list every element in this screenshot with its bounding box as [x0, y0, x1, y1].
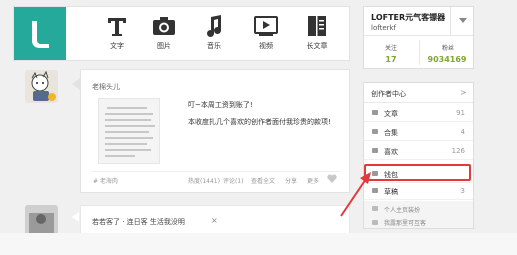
- annotation-arrow: [340, 172, 371, 217]
- settings-icon: [372, 220, 378, 225]
- creator-item-collections[interactable]: 合集 4: [364, 123, 473, 141]
- user-name[interactable]: LOFTER元气客镖器: [371, 12, 445, 23]
- creator-item-articles[interactable]: 文章 91: [364, 104, 473, 122]
- share-button[interactable]: 分享: [285, 176, 297, 185]
- avatar-image: [25, 70, 58, 103]
- creator-extra-label: 我露那里可互客: [384, 220, 427, 227]
- post-pointer: [72, 212, 79, 222]
- following-label: 关注: [384, 45, 397, 52]
- user-menu-dropdown[interactable]: [450, 7, 474, 35]
- followers-count[interactable]: 9034169: [420, 55, 474, 64]
- creator-item-count: 126: [451, 147, 465, 155]
- more-button[interactable]: 更多: [307, 176, 319, 185]
- post-text: 若若客了 · 连日客 生活我没明: [92, 218, 185, 226]
- divider: [364, 35, 473, 36]
- heart-icon: [372, 148, 378, 153]
- post-card: 老棉头儿 叮~本周工资到账了! 本收度扎几个喜欢的创作者面付我珍贵的款项! # …: [80, 69, 350, 193]
- post-text-line2: 本收度扎几个喜欢的创作者面付我珍贵的款项!: [188, 118, 331, 126]
- creator-item-label: 喜欢: [384, 148, 398, 156]
- video-icon: [254, 16, 278, 36]
- creator-item-count: 4: [460, 128, 465, 136]
- publish-text-label: 文字: [110, 42, 124, 50]
- hot-button[interactable]: 热度(1441): [188, 176, 220, 185]
- page-bottom-area: [0, 233, 517, 255]
- creator-item-label: 草稿: [384, 188, 398, 196]
- chevron-right-icon: >: [460, 88, 467, 97]
- lofter-logo-icon: [32, 20, 49, 48]
- creator-item-drafts[interactable]: 草稿 3: [364, 182, 473, 200]
- creator-item-likes[interactable]: 喜欢 126: [364, 142, 473, 160]
- publish-music-button[interactable]: 音乐: [194, 13, 234, 57]
- lofter-logo[interactable]: [14, 7, 66, 60]
- collection-icon: [372, 129, 378, 134]
- publish-music-label: 音乐: [207, 42, 221, 50]
- publish-video-label: 视频: [259, 42, 273, 50]
- post-pointer: [72, 78, 80, 90]
- comments-button[interactable]: 评论(1): [223, 176, 244, 185]
- avatar[interactable]: [25, 70, 58, 103]
- user-handle: lofterkf: [371, 24, 397, 32]
- post-text-line1: 叮~本周工资到账了!: [188, 101, 253, 109]
- publish-bar: 文字 图片 音乐 视频 长文章: [13, 6, 350, 61]
- creator-extra-homepage-decor[interactable]: 个人主页装扮: [364, 201, 473, 216]
- creator-item-count: 91: [456, 109, 465, 117]
- publish-image-label: 图片: [157, 42, 171, 50]
- chevron-down-icon: [458, 18, 467, 23]
- wallet-highlight-box: [364, 164, 471, 181]
- post-image[interactable]: [98, 98, 160, 164]
- creator-extra-label: 个人主页装扮: [384, 207, 421, 214]
- following-count[interactable]: 17: [364, 55, 418, 64]
- camera-icon: [153, 17, 175, 35]
- long-article-icon: [308, 16, 326, 36]
- creator-center-header[interactable]: 创作者中心 >: [364, 83, 473, 103]
- read-full-button[interactable]: 查看全文: [251, 176, 275, 185]
- creator-center-title: 创作者中心: [371, 90, 406, 98]
- publish-video-button[interactable]: 视频: [246, 13, 286, 57]
- publish-article-label: 长文章: [306, 42, 328, 50]
- close-button[interactable]: ×: [211, 216, 218, 225]
- post-author[interactable]: 老棉头儿: [92, 82, 120, 92]
- user-card: LOFTER元气客镖器 lofterkf 关注 17 粉丝 9034169: [363, 6, 474, 69]
- article-icon: [372, 110, 378, 115]
- followers-label: 粉丝: [441, 45, 454, 52]
- creator-item-label: 合集: [384, 129, 398, 137]
- publish-text-button[interactable]: 文字: [97, 13, 137, 57]
- creator-extra-second[interactable]: 我露那里可互客: [364, 216, 473, 228]
- creator-item-count: 3: [460, 187, 465, 195]
- creator-center-panel: 创作者中心 > 文章 91 合集 4 喜欢 126 钱包 草稿 3 个人主页装扮…: [363, 82, 474, 229]
- creator-item-label: 文章: [384, 110, 398, 118]
- text-icon: [108, 18, 126, 36]
- post-tag[interactable]: # 老海肉: [93, 176, 118, 185]
- divider: [91, 171, 341, 172]
- publish-image-button[interactable]: 图片: [144, 13, 184, 57]
- publish-article-button[interactable]: 长文章: [297, 13, 337, 57]
- music-icon: [207, 15, 222, 37]
